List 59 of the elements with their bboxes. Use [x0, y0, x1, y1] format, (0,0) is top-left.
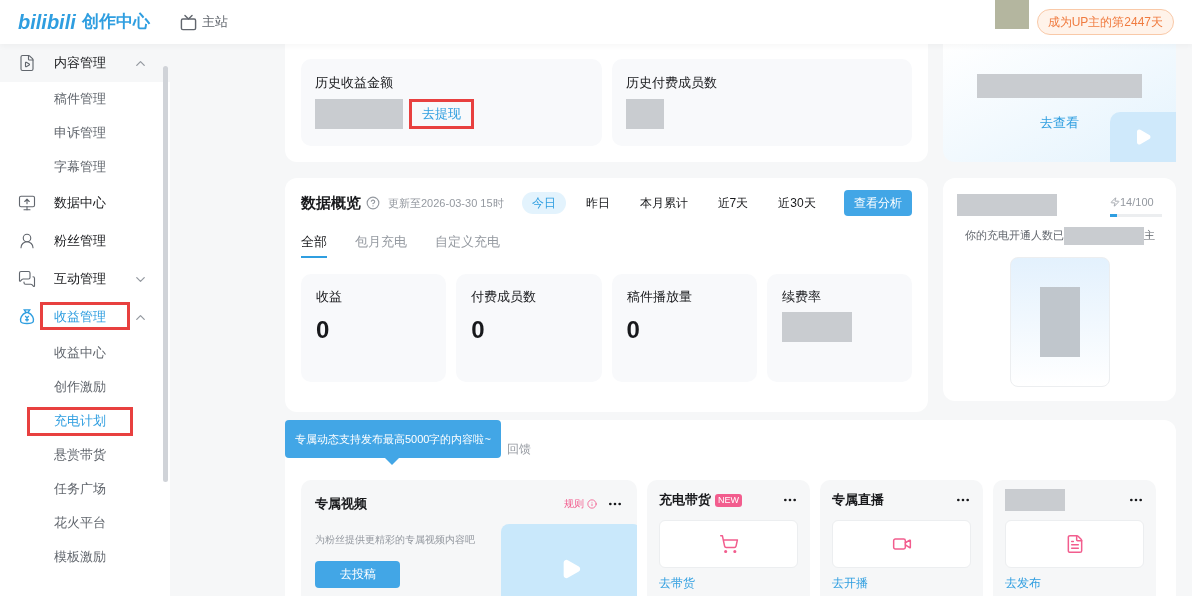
redacted-block	[781, 312, 852, 342]
rank-count: 14/100	[1120, 195, 1154, 210]
feature-description: 为粉丝提供更精彩的专属视频内容吧	[315, 532, 476, 547]
tip-tooltip: 专属动态支持发布最高5000字的内容啦~	[285, 420, 501, 458]
avatar-placeholder[interactable]	[994, 0, 1029, 29]
summary-label: 历史收益金额	[315, 74, 394, 92]
period-tab[interactable]: 近30天	[768, 192, 826, 214]
scrollbar[interactable]	[163, 66, 168, 482]
main-site-link[interactable]: 主站	[201, 12, 228, 32]
feature-title: 专属直播	[832, 491, 884, 510]
info-icon	[587, 498, 597, 509]
sidebar-subitem[interactable]: 创作激励	[54, 377, 106, 397]
sidebar-subitem[interactable]: 悬赏带货	[54, 445, 106, 465]
sidebar-icon	[18, 232, 36, 250]
section-title: 数据概览	[301, 192, 361, 213]
summary-label: 历史付费成员数	[625, 74, 718, 92]
feature-title: 充电带货	[659, 491, 711, 510]
period-tab[interactable]: 近7天	[707, 192, 759, 214]
tv-icon	[179, 13, 197, 31]
category-tab[interactable]: 全部	[301, 232, 327, 258]
sidebar-item[interactable]: 互动管理	[54, 269, 106, 289]
sidebar-icon	[18, 194, 36, 212]
tooltip-pointer	[385, 458, 399, 465]
redacted-block	[1005, 489, 1065, 511]
feature-icon-panel[interactable]	[1005, 520, 1144, 568]
metric-label: 续费率	[781, 287, 822, 306]
metric-value: 0	[471, 315, 486, 345]
lightning-icon	[1110, 197, 1120, 208]
metric-label: 稿件播放量	[626, 287, 693, 306]
sidebar-item[interactable]: 数据中心	[54, 193, 106, 213]
sidebar-subitem[interactable]: 花火平台	[54, 513, 106, 533]
period-tab[interactable]: 本月累计	[629, 192, 698, 214]
days-badge: 成为UP主的第2447天	[1036, 9, 1174, 35]
sidebar-subitem[interactable]: 模板激励	[54, 547, 106, 567]
new-badge: NEW	[715, 493, 742, 507]
rank-text: 主	[1143, 228, 1155, 244]
sidebar-item[interactable]: 内容管理	[54, 53, 106, 73]
money-bag-icon	[18, 308, 36, 326]
feature-title: 专属视频	[315, 495, 367, 513]
sidebar-icon	[18, 54, 36, 72]
metric-label: 付费成员数	[471, 287, 538, 306]
metric-label: 收益	[316, 287, 343, 306]
metric-value: 0	[626, 315, 641, 345]
metric-value: 0	[316, 315, 331, 345]
period-tab[interactable]: 昨日	[575, 192, 620, 214]
sidebar-subitem[interactable]: 任务广场	[54, 479, 106, 499]
help-icon[interactable]	[366, 196, 380, 210]
sidebar-item[interactable]: 粉丝管理	[54, 231, 106, 251]
cart-icon	[718, 534, 739, 554]
redacted-block	[625, 98, 664, 129]
rank-text: 你的充电开通人数已	[964, 228, 1064, 244]
sidebar-icon	[18, 270, 36, 288]
site-title: 创作中心	[81, 11, 150, 34]
play-card-icon	[1110, 112, 1176, 162]
sidebar-subitem[interactable]: 申诉管理	[54, 123, 106, 143]
sidebar-subitem[interactable]: 字幕管理	[54, 157, 106, 177]
sidebar-subitem[interactable]: 稿件管理	[54, 89, 106, 109]
sidebar-subitem[interactable]: 收益中心	[54, 343, 106, 363]
update-time: 更新至2026-03-30 15时	[388, 195, 504, 211]
